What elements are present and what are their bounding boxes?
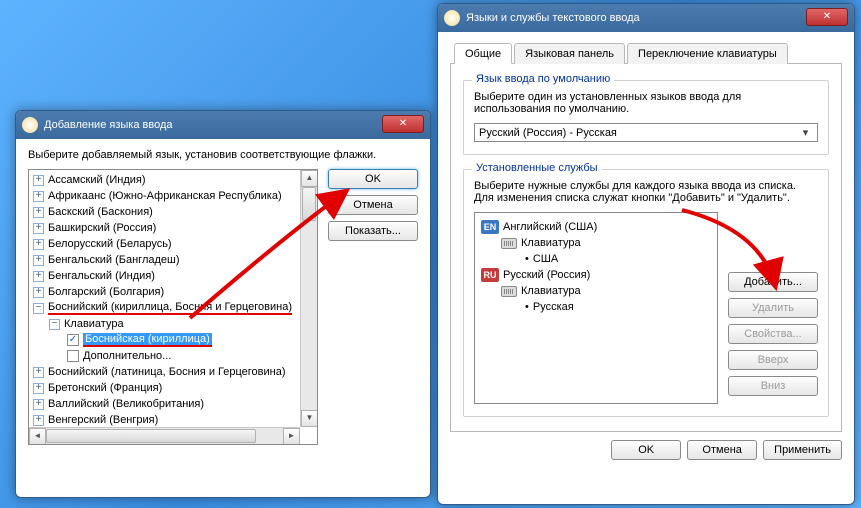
scrollbar-v[interactable]: ▲ ▼ — [300, 170, 317, 427]
globe-icon — [444, 10, 460, 26]
expand-icon[interactable]: + — [33, 383, 44, 394]
lang-badge-ru: RU — [481, 268, 499, 282]
list-item: Клавиатура — [481, 235, 711, 251]
tree-item: −Клавиатура — [33, 316, 313, 332]
select-value: Русский (Россия) - Русская — [479, 127, 617, 139]
dialog-desc: Выберите добавляемый язык, установив соо… — [28, 149, 418, 161]
expand-icon[interactable]: + — [33, 399, 44, 410]
scroll-right-button[interactable]: ► — [283, 428, 300, 445]
cancel-button[interactable]: Отмена — [328, 195, 418, 215]
expand-icon[interactable]: + — [33, 223, 44, 234]
window-title: Добавление языка ввода — [44, 119, 173, 131]
tree-item: +Валлийский (Великобритания) — [33, 396, 313, 412]
tree-item: +Африкаанс (Южно-Африканская Республика) — [33, 188, 313, 204]
installed-list[interactable]: ENАнглийский (США) Клавиатура • США RUРу… — [474, 212, 718, 404]
language-tree[interactable]: +Ассамский (Индия) +Африкаанс (Южно-Афри… — [28, 169, 318, 445]
tree-item: +Баскский (Баскония) — [33, 204, 313, 220]
globe-icon — [22, 117, 38, 133]
lang-badge-en: EN — [481, 220, 499, 234]
tree-item: +Венгерский (Венгрия) — [33, 412, 313, 428]
installed-services-group: Установленные службы Выберите нужные слу… — [463, 169, 829, 417]
expand-icon[interactable]: + — [33, 191, 44, 202]
list-item: • США — [481, 251, 711, 267]
dialog-buttons: OK Отмена Применить — [438, 432, 854, 472]
tab-hotkeys[interactable]: Переключение клавиатуры — [627, 43, 788, 64]
group-desc: Выберите один из установленных языков вв… — [474, 91, 818, 115]
add-button[interactable]: Добавить... — [728, 272, 818, 292]
titlebar[interactable]: Добавление языка ввода ✕ — [16, 111, 430, 139]
list-item: RUРусский (Россия) — [481, 267, 711, 283]
collapse-icon[interactable]: − — [49, 319, 60, 330]
tab-general[interactable]: Общие — [454, 43, 512, 64]
preview-button[interactable]: Показать... — [328, 221, 418, 241]
tree-item: +Бенгальский (Индия) — [33, 268, 313, 284]
apply-button[interactable]: Применить — [763, 440, 842, 460]
group-legend: Язык ввода по умолчанию — [472, 73, 614, 85]
remove-button[interactable]: Удалить — [728, 298, 818, 318]
move-down-button[interactable]: Вниз — [728, 376, 818, 396]
checkbox[interactable] — [67, 350, 79, 362]
group-desc: Выберите нужные службы для каждого языка… — [474, 180, 818, 204]
tree-item: +Бенгальский (Бангладеш) — [33, 252, 313, 268]
keyboard-icon — [501, 286, 517, 297]
list-item: ENАнглийский (США) — [481, 219, 711, 235]
add-input-language-window: Добавление языка ввода ✕ Выберите добавл… — [15, 110, 431, 498]
collapse-icon[interactable]: − — [33, 303, 44, 314]
tabstrip: Общие Языковая панель Переключение клави… — [450, 42, 842, 64]
scroll-up-button[interactable]: ▲ — [301, 170, 318, 187]
move-up-button[interactable]: Вверх — [728, 350, 818, 370]
expand-icon[interactable]: + — [33, 239, 44, 250]
default-language-select[interactable]: Русский (Россия) - Русская ▾ — [474, 123, 818, 142]
scroll-down-button[interactable]: ▼ — [301, 410, 318, 427]
close-button[interactable]: ✕ — [382, 115, 424, 133]
group-legend: Установленные службы — [472, 162, 602, 174]
list-item: Клавиатура — [481, 283, 711, 299]
scroll-thumb[interactable] — [302, 187, 316, 221]
scrollbar-h[interactable]: ◄ ► — [29, 427, 300, 444]
tree-item-selected: ✓Боснийская (кириллица) — [33, 332, 313, 348]
expand-icon[interactable]: + — [33, 175, 44, 186]
checkbox-checked[interactable]: ✓ — [67, 334, 79, 346]
cancel-button[interactable]: Отмена — [687, 440, 757, 460]
ok-button[interactable]: OK — [611, 440, 681, 460]
expand-icon[interactable]: + — [33, 207, 44, 218]
titlebar[interactable]: Языки и службы текстового ввода ✕ — [438, 4, 854, 32]
window-title: Языки и службы текстового ввода — [466, 12, 640, 24]
list-item: • Русская — [481, 299, 711, 315]
keyboard-icon — [501, 238, 517, 249]
close-button[interactable]: ✕ — [806, 8, 848, 26]
tab-langbar[interactable]: Языковая панель — [514, 43, 625, 64]
default-language-group: Язык ввода по умолчанию Выберите один из… — [463, 80, 829, 155]
text-services-window: Языки и службы текстового ввода ✕ Общие … — [437, 3, 855, 505]
properties-button[interactable]: Свойства... — [728, 324, 818, 344]
tree-item: +Волоф (Сенегал) — [33, 444, 313, 445]
tree-item: Дополнительно... — [33, 348, 313, 364]
tree-item: +Ассамский (Индия) — [33, 172, 313, 188]
tree-item: +Башкирский (Россия) — [33, 220, 313, 236]
expand-icon[interactable]: + — [33, 287, 44, 298]
tree-item-expanded: −Боснийский (кириллица, Босния и Герцего… — [33, 300, 313, 316]
ok-button[interactable]: OK — [328, 169, 418, 189]
tree-item: +Белорусский (Беларусь) — [33, 236, 313, 252]
expand-icon[interactable]: + — [33, 367, 44, 378]
scroll-left-button[interactable]: ◄ — [29, 428, 46, 445]
expand-icon[interactable]: + — [33, 415, 44, 426]
expand-icon[interactable]: + — [33, 271, 44, 282]
chevron-down-icon: ▾ — [798, 126, 813, 139]
tree-item: +Болгарский (Болгария) — [33, 284, 313, 300]
expand-icon[interactable]: + — [33, 255, 44, 266]
tree-item: +Боснийский (латиница, Босния и Герцегов… — [33, 364, 313, 380]
scroll-thumb[interactable] — [46, 429, 256, 443]
tree-item: +Бретонский (Франция) — [33, 380, 313, 396]
